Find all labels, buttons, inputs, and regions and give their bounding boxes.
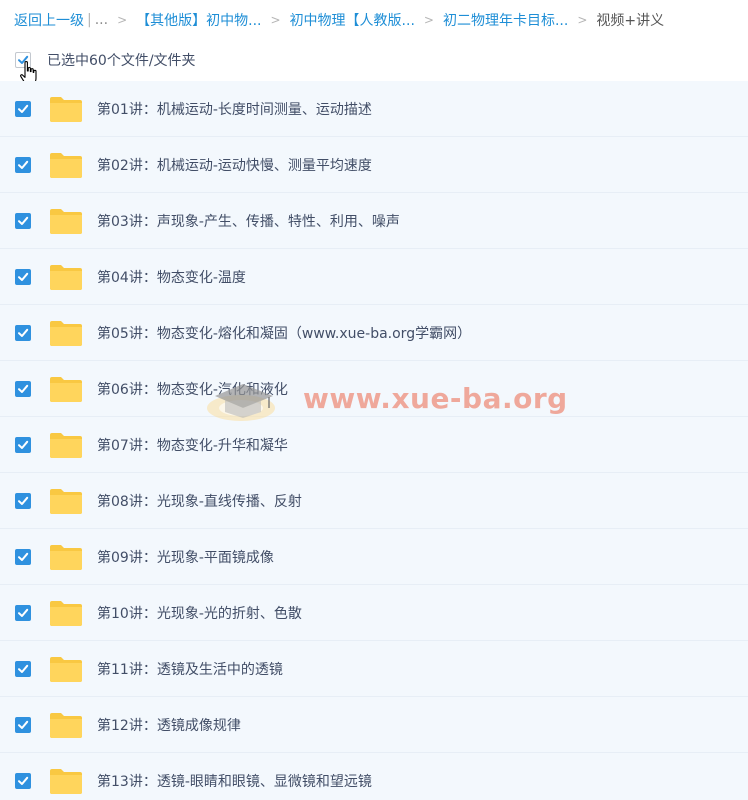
row-checkbox[interactable] — [15, 548, 31, 565]
row-checkbox[interactable] — [15, 492, 31, 509]
file-name[interactable]: 第05讲：物态变化-熔化和凝固（www.xue-ba.org学霸网） — [97, 323, 471, 343]
folder-icon — [50, 712, 82, 738]
checkmark-icon — [18, 384, 29, 393]
folder-icon — [50, 656, 82, 682]
file-row[interactable]: 第05讲：物态变化-熔化和凝固（www.xue-ba.org学霸网） — [0, 305, 748, 361]
file-name[interactable]: 第07讲：物态变化-升华和凝华 — [97, 435, 288, 455]
breadcrumb-separator: > — [270, 13, 281, 27]
row-checkbox[interactable] — [15, 100, 31, 117]
checkmark-icon — [18, 160, 29, 169]
row-checkbox[interactable] — [15, 436, 31, 453]
file-row[interactable]: 第10讲：光现象-光的折射、色散 — [0, 585, 748, 641]
file-name[interactable]: 第04讲：物态变化-温度 — [97, 267, 246, 287]
file-row[interactable]: 第01讲：机械运动-长度时间测量、运动描述 — [0, 81, 748, 137]
checkmark-icon — [18, 664, 29, 673]
row-checkbox[interactable] — [15, 380, 31, 397]
row-checkbox[interactable] — [15, 156, 31, 173]
folder-icon — [50, 544, 82, 570]
checkmark-icon — [18, 552, 29, 561]
back-link[interactable]: 返回上一级 — [14, 10, 84, 30]
folder-icon — [50, 432, 82, 458]
file-name[interactable]: 第06讲：物态变化-汽化和液化 — [97, 379, 288, 399]
file-row[interactable]: 第03讲：声现象-产生、传播、特性、利用、噪声 — [0, 193, 748, 249]
checkmark-icon — [18, 272, 29, 281]
file-name[interactable]: 第09讲：光现象-平面镜成像 — [97, 547, 274, 567]
file-name[interactable]: 第11讲：透镜及生活中的透镜 — [97, 659, 283, 679]
breadcrumb-ellipsis[interactable]: ... — [95, 12, 108, 28]
checkmark-icon — [18, 440, 29, 449]
row-checkbox[interactable] — [15, 324, 31, 341]
breadcrumb-divider: | — [87, 12, 92, 28]
file-list: 第01讲：机械运动-长度时间测量、运动描述 第02讲：机械运动-运动快慢、测量平均… — [0, 81, 748, 800]
folder-icon — [50, 96, 82, 122]
file-row[interactable]: 第12讲：透镜成像规律 — [0, 697, 748, 753]
file-row[interactable]: 第11讲：透镜及生活中的透镜 — [0, 641, 748, 697]
file-name[interactable]: 第12讲：透镜成像规律 — [97, 715, 241, 735]
file-row[interactable]: 第06讲：物态变化-汽化和液化 — [0, 361, 748, 417]
file-name[interactable]: 第10讲：光现象-光的折射、色散 — [97, 603, 302, 623]
file-name[interactable]: 第08讲：光现象-直线传播、反射 — [97, 491, 302, 511]
file-row[interactable]: 第09讲：光现象-平面镜成像 — [0, 529, 748, 585]
breadcrumb-separator: > — [423, 13, 434, 27]
folder-icon — [50, 152, 82, 178]
breadcrumb-item[interactable]: 初中物理【人教版... — [290, 10, 415, 30]
file-browser: 返回上一级 | ... > 【其他版】初中物... > 初中物理【人教版... … — [0, 0, 748, 800]
folder-icon — [50, 208, 82, 234]
checkmark-icon — [18, 720, 29, 729]
row-checkbox[interactable] — [15, 660, 31, 677]
folder-icon — [50, 768, 82, 794]
breadcrumb-separator: > — [577, 13, 588, 27]
folder-icon — [50, 376, 82, 402]
row-checkbox[interactable] — [15, 772, 31, 789]
file-name[interactable]: 第02讲：机械运动-运动快慢、测量平均速度 — [97, 155, 372, 175]
checkmark-icon — [18, 608, 29, 617]
folder-icon — [50, 264, 82, 290]
file-name[interactable]: 第01讲：机械运动-长度时间测量、运动描述 — [97, 99, 372, 119]
file-row[interactable]: 第02讲：机械运动-运动快慢、测量平均速度 — [0, 137, 748, 193]
selection-count-label: 已选中60个文件/文件夹 — [47, 53, 196, 69]
checkmark-icon — [18, 104, 29, 113]
row-checkbox[interactable] — [15, 716, 31, 733]
breadcrumb-item[interactable]: 初二物理年卡目标... — [443, 10, 568, 30]
row-checkbox[interactable] — [15, 604, 31, 621]
checkmark-icon — [18, 496, 29, 505]
file-row[interactable]: 第08讲：光现象-直线传播、反射 — [0, 473, 748, 529]
folder-icon — [50, 488, 82, 514]
breadcrumb-separator: > — [117, 13, 128, 27]
folder-icon — [50, 320, 82, 346]
file-row[interactable]: 第13讲：透镜-眼睛和眼镜、显微镜和望远镜 — [0, 753, 748, 800]
breadcrumb-item[interactable]: 【其他版】初中物... — [136, 10, 261, 30]
checkmark-icon — [18, 328, 29, 337]
file-row[interactable]: 第07讲：物态变化-升华和凝华 — [0, 417, 748, 473]
row-checkbox[interactable] — [15, 268, 31, 285]
select-all-bar: 已选中60个文件/文件夹 — [0, 44, 748, 76]
row-checkbox[interactable] — [15, 212, 31, 229]
file-name[interactable]: 第03讲：声现象-产生、传播、特性、利用、噪声 — [97, 211, 400, 231]
breadcrumb: 返回上一级 | ... > 【其他版】初中物... > 初中物理【人教版... … — [14, 10, 664, 30]
breadcrumb-current: 视频+讲义 — [596, 13, 665, 29]
checkmark-icon — [18, 216, 29, 225]
folder-icon — [50, 600, 82, 626]
file-name[interactable]: 第13讲：透镜-眼睛和眼镜、显微镜和望远镜 — [97, 771, 372, 791]
file-row[interactable]: 第04讲：物态变化-温度 — [0, 249, 748, 305]
checkmark-icon — [18, 776, 29, 785]
